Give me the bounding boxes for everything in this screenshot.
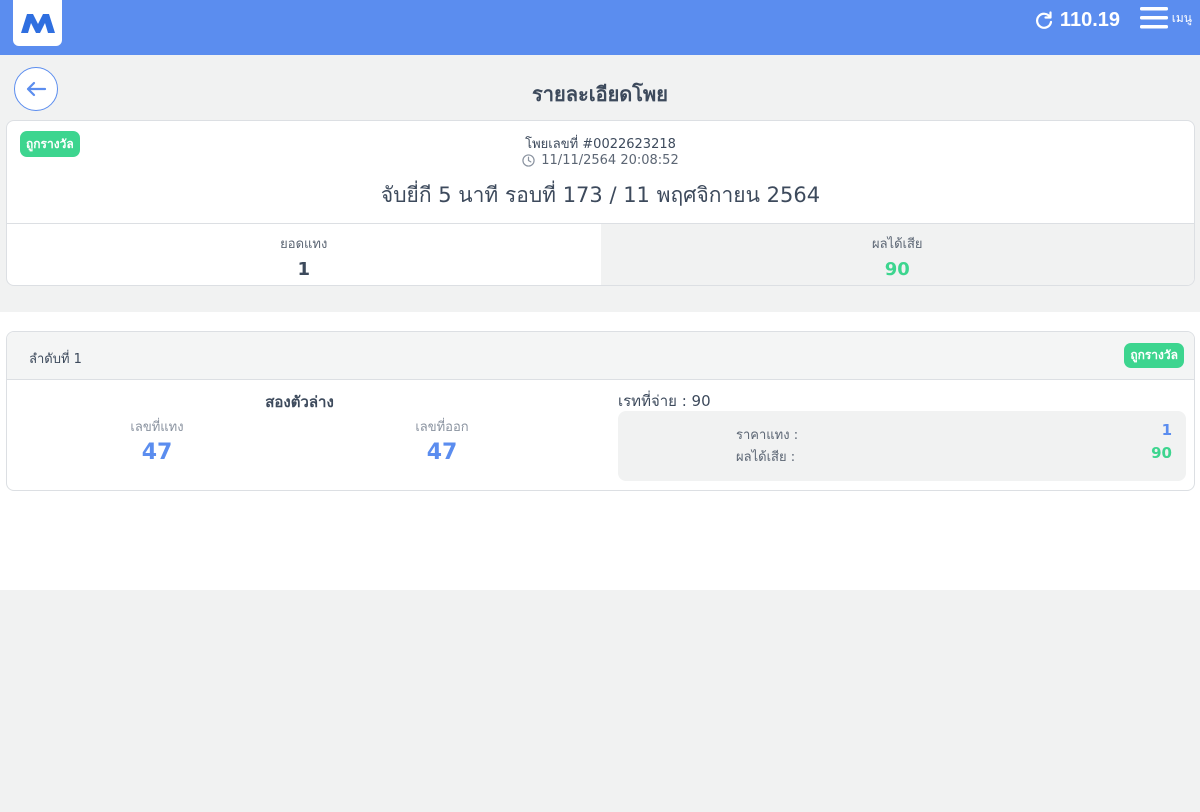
order-result-label: ผลได้เสีย : — [736, 450, 796, 465]
ticket-summary-card: ถูกรางวัล โพยเลขที่ #0022623218 11/11/25… — [6, 120, 1195, 286]
draw-number-column: เลขที่ออก 47 — [342, 416, 542, 465]
draw-number-label: เลขที่ออก — [415, 420, 469, 435]
order-label: ลำดับที่ 1 — [29, 352, 82, 367]
top-bar: 110.19 เมนู — [0, 0, 1200, 55]
page-title: รายละเอียดโพย — [532, 82, 668, 106]
ticket-stats: ยอดแทง 1 ผลได้เสีย 90 — [7, 223, 1194, 285]
result-stat: ผลได้เสีย 90 — [600, 224, 1194, 285]
ticket-datetime: 11/11/2564 20:08:52 — [541, 153, 679, 168]
order-status-badge: ถูกรางวัล — [1124, 343, 1184, 368]
bet-number-column: เลขที่แทง 47 — [57, 416, 257, 465]
bet-total-stat: ยอดแทง 1 — [7, 224, 601, 285]
balance-amount: 110.19 — [1059, 9, 1120, 31]
hamburger-icon — [1139, 7, 1168, 29]
ticket-datetime-row: 11/11/2564 20:08:52 — [7, 153, 1194, 168]
ticket-round: จับยี่กี 5 นาที รอบที่ 173 / 11 พฤศจิกาย… — [380, 183, 821, 207]
menu-button[interactable]: เมนู — [1139, 5, 1192, 31]
bet-number-value: 47 — [141, 440, 173, 465]
order-card-header: ลำดับที่ 1 ถูกรางวัล — [7, 332, 1194, 380]
order-result-value: 90 — [1151, 444, 1172, 462]
menu-label: เมนู — [1171, 10, 1192, 25]
clock-icon — [522, 154, 535, 167]
result-value: 90 — [884, 259, 910, 280]
payout-rate: เรทที่จ่าย : 90 — [618, 392, 711, 410]
order-card: ลำดับที่ 1 ถูกรางวัล สองตัวล่าง เลขที่แท… — [6, 331, 1195, 491]
app-logo[interactable] — [13, 0, 62, 46]
payout-box: ราคาแทง : 1 ผลได้เสีย : 90 — [618, 411, 1186, 481]
bet-type: สองตัวล่าง — [265, 393, 334, 411]
bet-total-label: ยอดแทง — [280, 237, 328, 252]
balance-display[interactable]: 110.19 — [1034, 9, 1120, 32]
price-label: ราคาแทง : — [736, 428, 799, 443]
bet-number-label: เลขที่แทง — [130, 420, 184, 435]
result-label: ผลได้เสีย — [871, 237, 923, 252]
ticket-number: โพยเลขที่ #0022623218 — [525, 137, 676, 152]
logo-m-icon — [20, 14, 55, 33]
refresh-icon[interactable] — [1034, 10, 1054, 31]
bet-total-value: 1 — [297, 259, 311, 280]
draw-number-value: 47 — [426, 440, 458, 465]
price-value: 1 — [1161, 421, 1172, 439]
